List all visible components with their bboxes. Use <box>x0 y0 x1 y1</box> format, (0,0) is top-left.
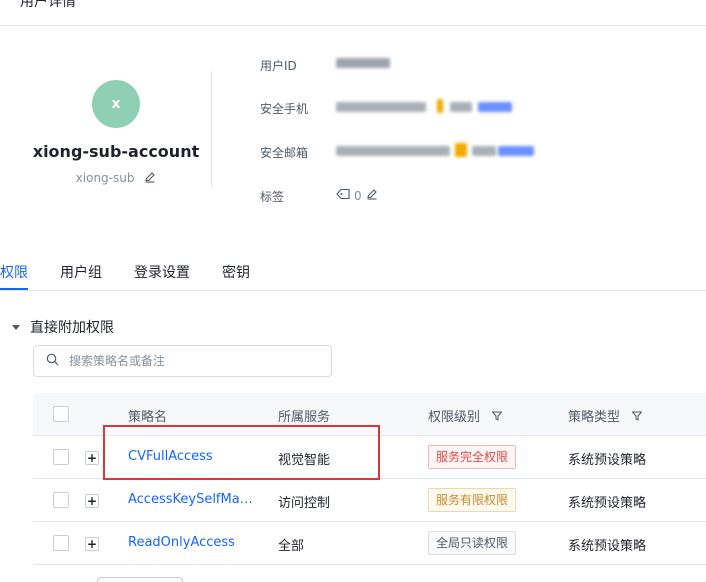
policy-search-box[interactable] <box>33 345 332 377</box>
row-checkbox[interactable] <box>53 535 69 551</box>
expand-row-icon[interactable]: + <box>85 451 99 465</box>
row-checkbox[interactable] <box>53 492 69 508</box>
account-name: xiong-sub-account <box>32 142 200 161</box>
filter-icon[interactable] <box>631 410 643 425</box>
tags-label: 标签 <box>260 190 285 204</box>
expand-row-icon[interactable]: + <box>85 494 99 508</box>
caret-down-icon <box>12 324 20 330</box>
tag-icon <box>336 188 350 203</box>
tags-row: 0 <box>336 188 378 203</box>
table-row: + ReadOnlyAccess 全部 全局只读权限 系统预设策略 <box>33 522 706 565</box>
vertical-divider <box>211 71 212 187</box>
column-header-policy-type: 策略类型 <box>568 406 643 425</box>
top-bar: 用户详情 <box>0 0 706 26</box>
row-checkbox[interactable] <box>53 449 69 465</box>
user-profile-card: x xiong-sub-account xiong-sub 用户ID 安全手机 … <box>0 26 706 226</box>
column-header-service: 所属服务 <box>278 410 331 425</box>
policy-service: 访问控制 <box>278 496 331 511</box>
policy-type: 系统预设策略 <box>568 453 647 468</box>
policy-name-link[interactable]: AccessKeySelfMa… <box>128 492 253 507</box>
tag-count: 0 <box>354 188 362 203</box>
filter-icon[interactable] <box>491 410 503 425</box>
table-row: + AccessKeySelfMa… 访问控制 服务有限权限 系统预设策略 <box>33 479 706 522</box>
direct-permissions-section-toggle[interactable]: 直接附加权限 <box>12 317 114 337</box>
security-phone-label: 安全手机 <box>260 102 309 116</box>
tab-permissions[interactable]: 权限 <box>0 262 28 282</box>
avatar: x <box>92 80 140 128</box>
active-tab-indicator <box>0 288 28 290</box>
edit-tags-icon[interactable] <box>366 188 378 203</box>
column-header-permission-level: 权限级别 <box>428 406 503 425</box>
policy-type: 系统预设策略 <box>568 496 647 511</box>
permission-level-badge: 全局只读权限 <box>428 531 517 555</box>
column-header-policy-name: 策略名 <box>128 410 168 425</box>
annotation-highlight-box <box>103 425 380 480</box>
permission-level-badge: 服务完全权限 <box>428 445 517 469</box>
tab-user-groups[interactable]: 用户组 <box>60 262 102 282</box>
permission-level-badge: 服务有限权限 <box>428 488 517 512</box>
account-alias-row: xiong-sub <box>0 171 232 186</box>
security-email-label: 安全邮箱 <box>260 146 309 160</box>
policy-search-input[interactable] <box>69 354 299 368</box>
account-alias: xiong-sub <box>75 171 135 185</box>
column-header-permission-level-label: 权限级别 <box>428 410 481 425</box>
pagination-control[interactable] <box>97 577 183 582</box>
breadcrumb: 用户详情 <box>20 0 76 10</box>
search-icon <box>46 353 59 370</box>
column-header-policy-type-label: 策略类型 <box>568 410 621 425</box>
detail-tabs: 权限 用户组 登录设置 密钥 <box>0 258 706 291</box>
edit-alias-icon[interactable] <box>144 171 156 186</box>
policy-name-link[interactable]: ReadOnlyAccess <box>128 535 235 550</box>
tab-keys[interactable]: 密钥 <box>222 262 250 282</box>
expand-row-icon[interactable]: + <box>85 537 99 551</box>
policy-service: 全部 <box>278 539 305 554</box>
tab-login-settings[interactable]: 登录设置 <box>134 262 190 282</box>
policy-type: 系统预设策略 <box>568 539 647 554</box>
section-title: 直接附加权限 <box>30 320 114 336</box>
select-all-checkbox[interactable] <box>53 406 69 422</box>
user-id-label: 用户ID <box>260 59 297 73</box>
